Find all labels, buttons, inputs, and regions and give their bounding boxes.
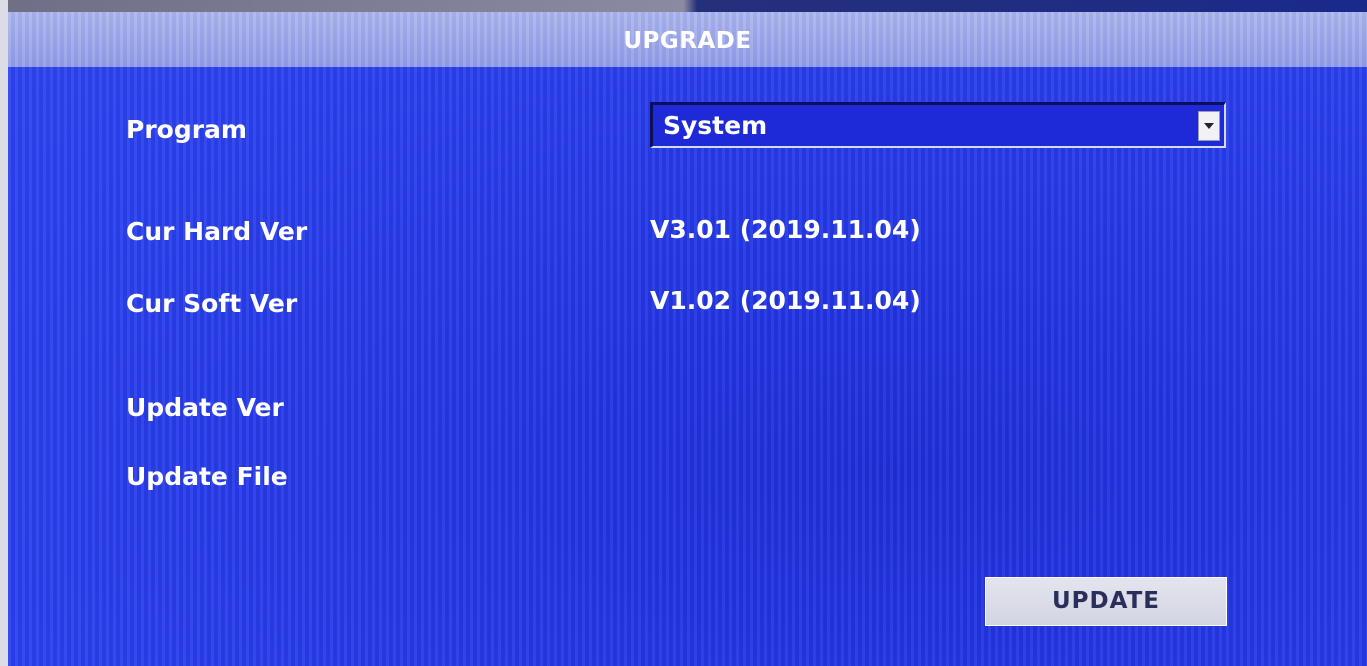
update-button[interactable]: UPDATE [985, 577, 1227, 626]
cur-soft-ver-value: V1.02 (2019.11.04) [650, 286, 921, 315]
dialog-title: UPGRADE [623, 28, 752, 54]
program-select-value: System [663, 111, 768, 140]
screen: UPGRADE Program System Cur Hard Ver V3.0… [0, 0, 1367, 666]
upgrade-dialog: UPGRADE Program System Cur Hard Ver V3.0… [8, 12, 1367, 666]
program-label: Program [126, 115, 247, 144]
left-edge [0, 0, 8, 666]
cur-soft-ver-label: Cur Soft Ver [126, 289, 298, 318]
dialog-titlebar: UPGRADE [8, 12, 1367, 67]
program-select[interactable]: System [650, 102, 1226, 148]
cur-hard-ver-label: Cur Hard Ver [126, 217, 308, 246]
top-edge [0, 0, 1367, 12]
chevron-down-icon[interactable] [1198, 111, 1220, 141]
update-file-label: Update File [126, 462, 288, 491]
update-ver-label: Update Ver [126, 393, 284, 422]
cur-hard-ver-value: V3.01 (2019.11.04) [650, 215, 921, 244]
